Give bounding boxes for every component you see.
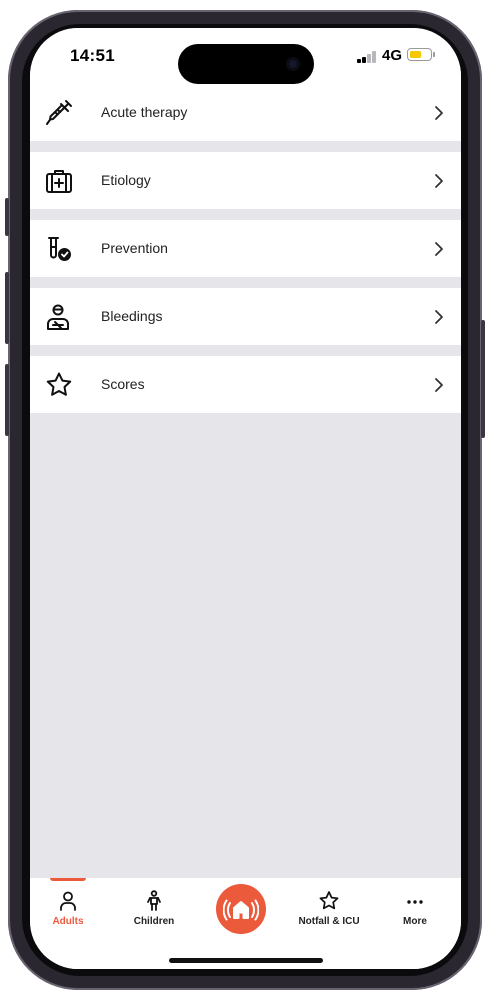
menu-item-acute-therapy[interactable]: Acute therapy <box>30 84 461 141</box>
tab-notfall-icu[interactable]: Notfall & ICU <box>288 878 370 948</box>
test-tube-check-icon <box>48 237 71 261</box>
star-icon <box>46 372 72 396</box>
menu-item-label: Bleedings <box>101 308 163 324</box>
dynamic-island <box>178 44 314 84</box>
menu-item-scores[interactable]: Scores <box>30 356 461 413</box>
battery-icon <box>407 48 432 61</box>
tab-label: More <box>403 916 427 927</box>
menu-item-label: Acute therapy <box>101 104 188 120</box>
menu-item-label: Prevention <box>101 240 168 256</box>
emergency-home-button[interactable] <box>216 884 266 934</box>
volume-up-button <box>5 272 9 344</box>
menu-item-prevention[interactable]: Prevention <box>30 220 461 277</box>
menu-item-bleedings[interactable]: Bleedings <box>30 288 461 345</box>
chevron-right-icon <box>435 378 443 392</box>
tab-more[interactable]: More <box>382 878 448 948</box>
volume-down-button <box>5 364 9 436</box>
menu-item-label: Etiology <box>101 172 151 188</box>
chevron-right-icon <box>435 242 443 256</box>
emergency-home-icon <box>223 899 259 921</box>
battery-tip <box>433 52 435 57</box>
status-time: 14:51 <box>70 46 115 65</box>
active-tab-indicator <box>50 878 86 881</box>
tab-label: Notfall & ICU <box>298 916 360 927</box>
child-icon <box>147 890 161 911</box>
injured-person-icon <box>47 304 69 330</box>
tab-adults[interactable]: Adults <box>30 878 106 948</box>
tab-children[interactable]: Children <box>116 878 192 948</box>
tab-label: Children <box>133 916 175 927</box>
cellular-signal-icon <box>357 51 377 63</box>
menu-item-label: Scores <box>101 376 145 392</box>
screen: 14:51 4G Acute therapy Etiology Preventi… <box>30 28 461 969</box>
chevron-right-icon <box>435 310 443 324</box>
adult-person-icon <box>60 891 76 911</box>
medical-kit-icon <box>46 170 72 193</box>
network-type: 4G <box>382 47 403 64</box>
home-indicator[interactable] <box>169 958 323 963</box>
syringe-icon <box>46 100 72 125</box>
battery-level <box>409 50 421 58</box>
chevron-right-icon <box>435 106 443 120</box>
more-dots-icon <box>407 900 423 904</box>
chevron-right-icon <box>435 174 443 188</box>
star-outline-icon <box>319 891 339 910</box>
tab-bar: Adults Children Notfall & ICU More <box>30 878 461 969</box>
menu-item-etiology[interactable]: Etiology <box>30 152 461 209</box>
power-button <box>481 320 485 438</box>
camera-icon <box>286 57 300 71</box>
tab-label: Adults <box>52 916 84 927</box>
action-button <box>5 198 9 236</box>
status-bar: 14:51 4G <box>30 28 461 84</box>
